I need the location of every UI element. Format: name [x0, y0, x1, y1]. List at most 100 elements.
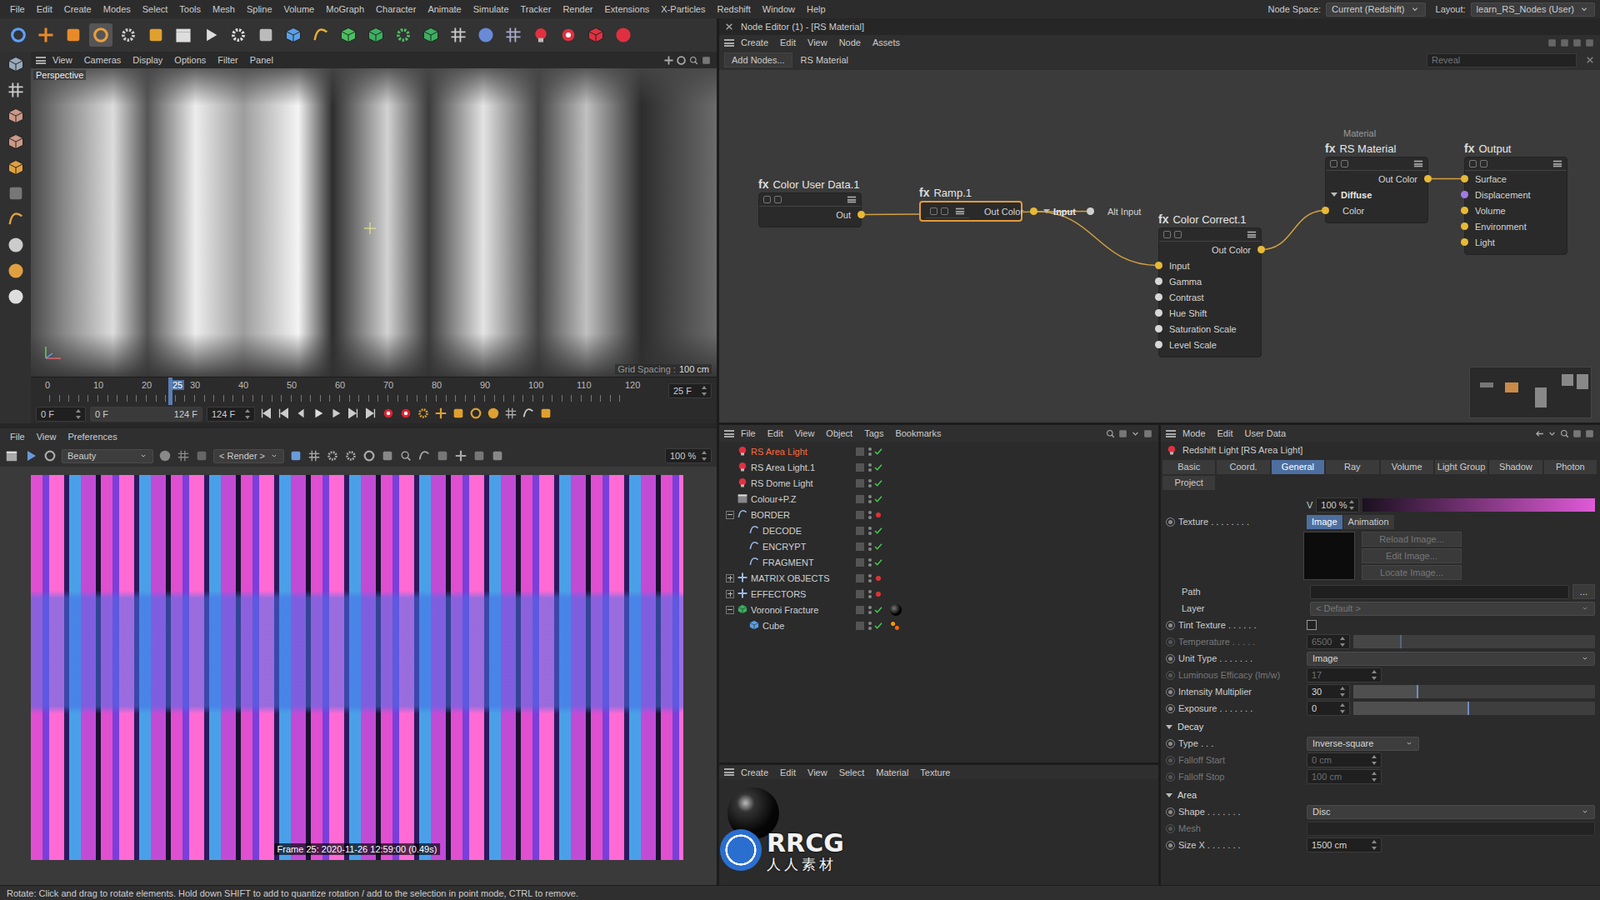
- layer-select[interactable]: < Default >: [1310, 601, 1595, 616]
- menu-item[interactable]: Material: [870, 765, 914, 780]
- expand-toggle[interactable]: [725, 590, 735, 599]
- toolbar-button[interactable]: [364, 23, 388, 47]
- object-row[interactable]: Colour+P.Z: [719, 490, 1159, 507]
- range-field[interactable]: 0 F124 F: [90, 406, 203, 422]
- transport-button[interactable]: [259, 406, 273, 422]
- menu-item[interactable]: MoGraph: [320, 2, 370, 16]
- transport-button[interactable]: [399, 406, 413, 422]
- graph-node[interactable]: fxRamp.1Out ColorInputAlt Input: [919, 185, 1023, 222]
- toolbar-button[interactable]: [144, 23, 168, 47]
- toolbar-button[interactable]: [61, 23, 85, 47]
- menu-item[interactable]: Edit: [775, 765, 801, 780]
- object-name[interactable]: RS Area Light.1: [750, 462, 815, 473]
- toolbar-button[interactable]: [171, 23, 195, 47]
- toolbar-button[interactable]: [226, 23, 250, 47]
- keyframe-icon[interactable]: [1165, 739, 1175, 749]
- menu-item[interactable]: File: [5, 2, 30, 16]
- menu-item[interactable]: Texture: [915, 765, 955, 780]
- keyframe-icon[interactable]: [1165, 687, 1175, 697]
- input-port[interactable]: [1460, 206, 1469, 215]
- menu-item[interactable]: Render: [557, 2, 598, 16]
- transport-button[interactable]: [311, 406, 325, 422]
- input-port[interactable]: [1155, 325, 1163, 333]
- node-connection[interactable]: [1261, 210, 1326, 250]
- texture-button[interactable]: Locate Image...: [1361, 565, 1462, 580]
- object-row[interactable]: FRAGMENT: [719, 554, 1159, 570]
- menu-item[interactable]: Preferences: [62, 430, 122, 444]
- mode-button[interactable]: [6, 55, 25, 75]
- object-name[interactable]: RS Dome Light: [750, 478, 814, 489]
- menu-item[interactable]: Select: [834, 765, 870, 780]
- transport-button[interactable]: [539, 406, 553, 422]
- input-port[interactable]: [1460, 175, 1469, 183]
- mode-button[interactable]: [6, 287, 25, 308]
- end-frame-field[interactable]: 124 F: [206, 406, 255, 422]
- menu-item[interactable]: Panel: [245, 53, 279, 67]
- number-field[interactable]: 1500 cm: [1306, 837, 1382, 853]
- input-port[interactable]: [1460, 222, 1469, 230]
- slider-track[interactable]: [1353, 685, 1595, 699]
- tab[interactable]: General: [1271, 460, 1325, 475]
- keyframe-icon[interactable]: [1165, 755, 1175, 765]
- input-port[interactable]: [1155, 309, 1163, 317]
- menu-item[interactable]: Character: [370, 2, 421, 16]
- menu-item[interactable]: X-Particles: [655, 2, 710, 16]
- menu-item[interactable]: Create: [735, 35, 774, 50]
- toolbar-button[interactable]: [309, 23, 333, 47]
- object-name[interactable]: EFFECTORS: [750, 589, 806, 600]
- start-frame-field[interactable]: 0 F: [35, 406, 86, 422]
- transport-button[interactable]: [276, 406, 290, 422]
- toolbar-button[interactable]: [336, 23, 360, 47]
- menu-item[interactable]: File: [735, 426, 761, 440]
- menu-item[interactable]: Create: [59, 2, 97, 16]
- tab[interactable]: Shadow: [1489, 460, 1542, 475]
- mode-button[interactable]: [6, 235, 25, 256]
- output-port[interactable]: [1030, 207, 1038, 215]
- transport-button[interactable]: [521, 406, 535, 422]
- keyframe-icon[interactable]: [1165, 840, 1175, 850]
- keyframe-icon[interactable]: [1165, 824, 1175, 834]
- menu-item[interactable]: Tracker: [515, 2, 557, 16]
- transport-button[interactable]: [294, 406, 308, 422]
- mode-button[interactable]: [6, 80, 25, 101]
- input-port[interactable]: [1460, 238, 1469, 246]
- tab[interactable]: Ray: [1325, 460, 1379, 475]
- menu-item[interactable]: Volume: [279, 2, 320, 16]
- texture-button[interactable]: Edit Image...: [1361, 548, 1462, 564]
- menu-item[interactable]: Cameras: [79, 53, 127, 67]
- toolbar-button[interactable]: [611, 23, 635, 47]
- frame-field[interactable]: 25 F: [668, 383, 712, 399]
- tab[interactable]: Volume: [1380, 460, 1434, 475]
- menu-item[interactable]: Edit: [762, 426, 789, 440]
- expand-toggle[interactable]: [725, 574, 735, 583]
- node-canvas[interactable]: fxColor User Data.1OutfxRamp.1Out ColorI…: [719, 70, 1600, 423]
- menu-item[interactable]: Extensions: [599, 2, 655, 16]
- add-nodes-button[interactable]: Add Nodes...: [724, 52, 793, 68]
- object-row[interactable]: Cube: [719, 617, 1159, 634]
- output-port[interactable]: [1424, 175, 1432, 183]
- menu-item[interactable]: Modes: [98, 2, 136, 16]
- tab[interactable]: Photon: [1544, 460, 1597, 475]
- keyframe-icon[interactable]: [1165, 704, 1175, 714]
- dropdown[interactable]: Disc: [1306, 805, 1595, 820]
- menu-item[interactable]: Filter: [212, 53, 243, 67]
- expand-toggle[interactable]: [725, 605, 735, 615]
- slider-track[interactable]: [1353, 701, 1595, 715]
- menu-item[interactable]: Object: [820, 426, 858, 440]
- keyframe-icon[interactable]: [1165, 654, 1175, 664]
- toolbar-button[interactable]: [6, 23, 30, 47]
- menu-item[interactable]: Display: [127, 53, 168, 67]
- keyframe-icon[interactable]: [1165, 772, 1175, 782]
- checkbox[interactable]: [1306, 620, 1317, 630]
- menu-item[interactable]: Mesh: [207, 2, 240, 16]
- object-row[interactable]: MATRIX OBJECTS: [719, 570, 1159, 586]
- menu-item[interactable]: Edit: [31, 2, 58, 16]
- toolbar-button[interactable]: [254, 23, 278, 47]
- toolbar-button[interactable]: [199, 23, 223, 47]
- object-name[interactable]: MATRIX OBJECTS: [750, 573, 830, 584]
- transport-button[interactable]: [486, 406, 500, 422]
- input-port[interactable]: [1086, 207, 1095, 215]
- dropdown[interactable]: Inverse-square: [1306, 736, 1420, 751]
- toolbar-button[interactable]: [391, 23, 415, 47]
- layout-select[interactable]: learn_RS_Nodes (User): [1470, 2, 1595, 17]
